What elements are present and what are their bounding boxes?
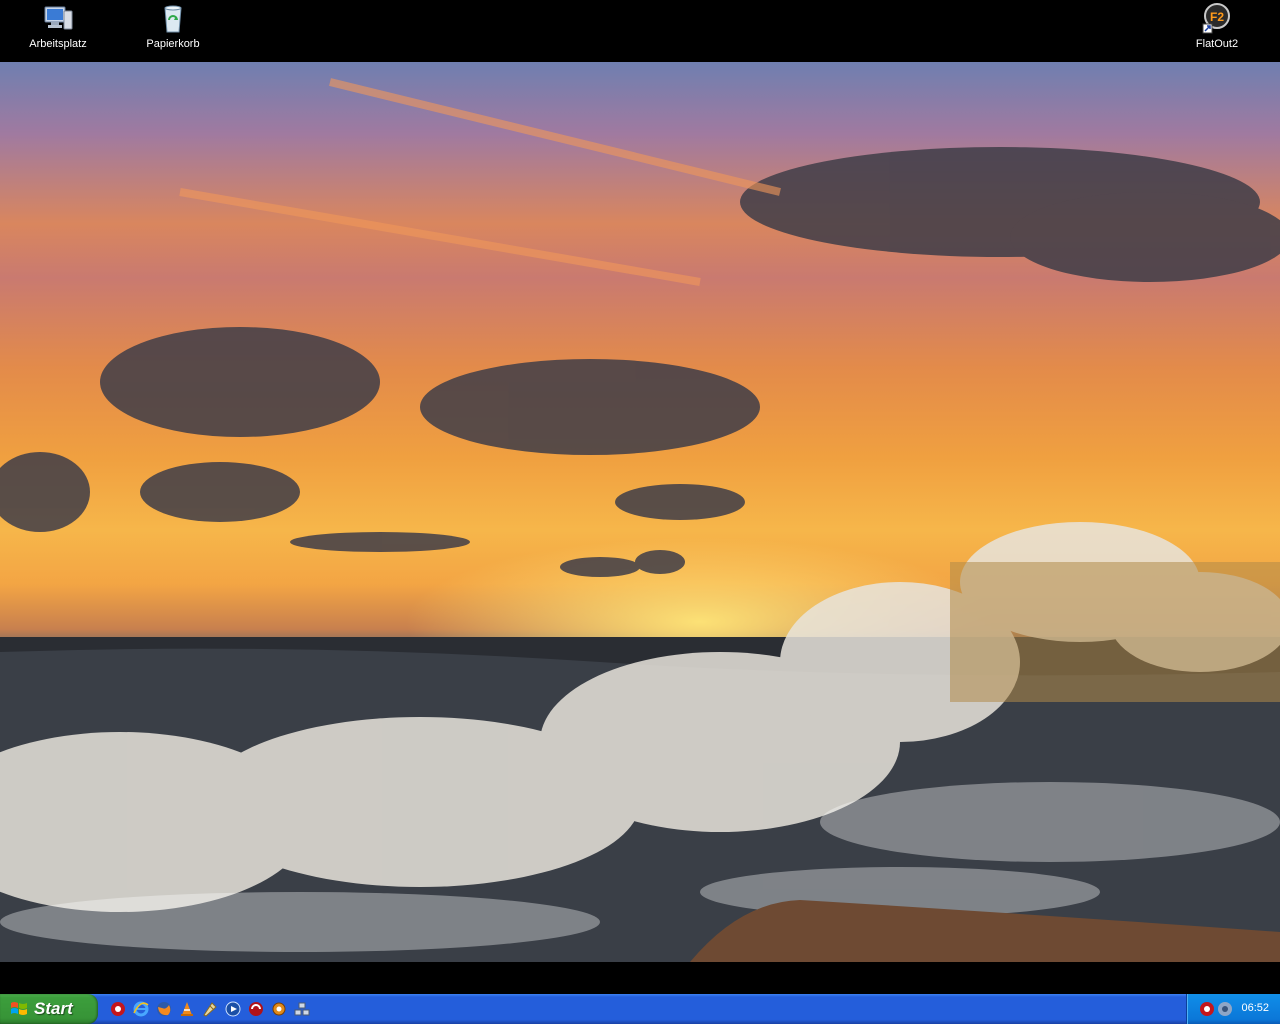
desktop-icon-label: Arbeitsplatz bbox=[29, 38, 87, 50]
recycle-bin-icon bbox=[157, 2, 189, 34]
windows-logo-icon bbox=[11, 1002, 27, 1015]
system-tray: 06:52 bbox=[1186, 994, 1280, 1024]
desktop-icon-label: Papierkorb bbox=[146, 38, 200, 50]
vlc-cone-icon[interactable] bbox=[177, 999, 197, 1019]
start-button[interactable]: Start bbox=[0, 994, 98, 1024]
desktop-icon-flatout2[interactable]: F2 FlatOut2 bbox=[1177, 2, 1257, 51]
pen-tool-icon[interactable] bbox=[200, 999, 220, 1019]
gear-app-icon[interactable] bbox=[269, 999, 289, 1019]
desktop-icon-arbeitsplatz[interactable]: Arbeitsplatz bbox=[18, 2, 98, 51]
media-player-icon[interactable] bbox=[223, 999, 243, 1019]
speaker-tray-icon[interactable] bbox=[1217, 1001, 1233, 1017]
firefox-icon[interactable] bbox=[154, 999, 174, 1019]
desktop-icon-label: FlatOut2 bbox=[1195, 38, 1239, 50]
desktop: Arbeitsplatz Papierkorb F2 FlatOut2 bbox=[0, 0, 1280, 994]
svg-text:F2: F2 bbox=[1210, 10, 1224, 24]
quick-launch-bar bbox=[108, 999, 312, 1019]
flatout2-shortcut-icon: F2 bbox=[1201, 2, 1233, 34]
red-circle-app-icon[interactable] bbox=[108, 999, 128, 1019]
clock[interactable]: 06:52 bbox=[1241, 1002, 1269, 1014]
desktop-icon-papierkorb[interactable]: Papierkorb bbox=[133, 2, 213, 51]
taskbar: Start 06:52 bbox=[0, 994, 1280, 1024]
red-circle-tray-icon[interactable] bbox=[1199, 1001, 1215, 1017]
start-label: Start bbox=[34, 999, 73, 1018]
my-computer-icon bbox=[42, 2, 74, 34]
wallpaper-image bbox=[0, 62, 1280, 962]
internet-explorer-icon[interactable] bbox=[131, 999, 151, 1019]
red-swirl-app-icon[interactable] bbox=[246, 999, 266, 1019]
network-blocks-icon[interactable] bbox=[292, 999, 312, 1019]
